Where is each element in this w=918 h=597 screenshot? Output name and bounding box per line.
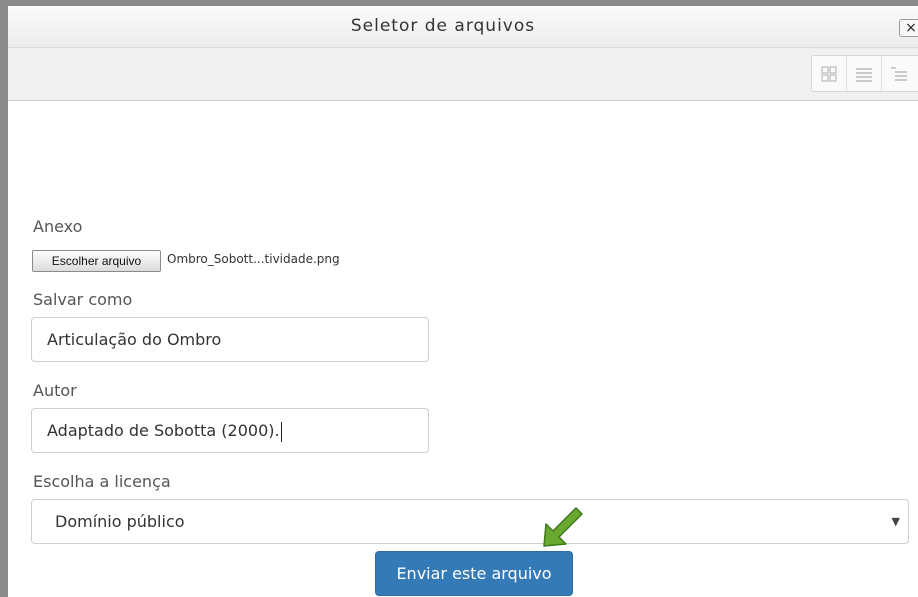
dialog-titlebar: Seletor de arquivos ×: [8, 6, 918, 48]
close-button[interactable]: ×: [899, 19, 918, 37]
author-value: Adaptado de Sobotta (2000).: [47, 421, 280, 440]
attachment-label: Anexo: [33, 217, 83, 236]
icons-view-button[interactable]: [812, 56, 847, 91]
tree-view-button[interactable]: [882, 56, 916, 91]
save-as-input[interactable]: Articulação do Ombro: [31, 317, 429, 362]
submit-file-button[interactable]: Enviar este arquivo: [375, 551, 573, 596]
license-label: Escolha a licença: [33, 472, 171, 491]
author-input[interactable]: Adaptado de Sobotta (2000).: [31, 408, 429, 453]
dialog-title: Seletor de arquivos: [350, 16, 536, 36]
list-icon: [856, 67, 872, 82]
author-label: Autor: [33, 381, 77, 400]
view-mode-group: [811, 55, 918, 92]
save-as-value: Articulação do Ombro: [47, 330, 222, 349]
dropdown-arrow-icon: ▼: [891, 515, 900, 528]
choose-file-button[interactable]: Escolher arquivo: [32, 250, 161, 272]
license-select[interactable]: Domínio público ▼: [31, 499, 909, 544]
file-picker-toolbar: [8, 48, 918, 101]
grid-icon: [821, 65, 837, 82]
annotation-arrow-icon: [543, 507, 583, 547]
window-frame-left: [0, 0, 8, 597]
save-as-label: Salvar como: [33, 290, 133, 309]
tree-list-icon: [891, 66, 907, 81]
chosen-file-name: Ombro_Sobott...tividade.png: [167, 252, 340, 266]
details-view-button[interactable]: [847, 56, 882, 91]
license-selected-value: Domínio público: [55, 512, 185, 531]
text-caret: [280, 421, 282, 442]
